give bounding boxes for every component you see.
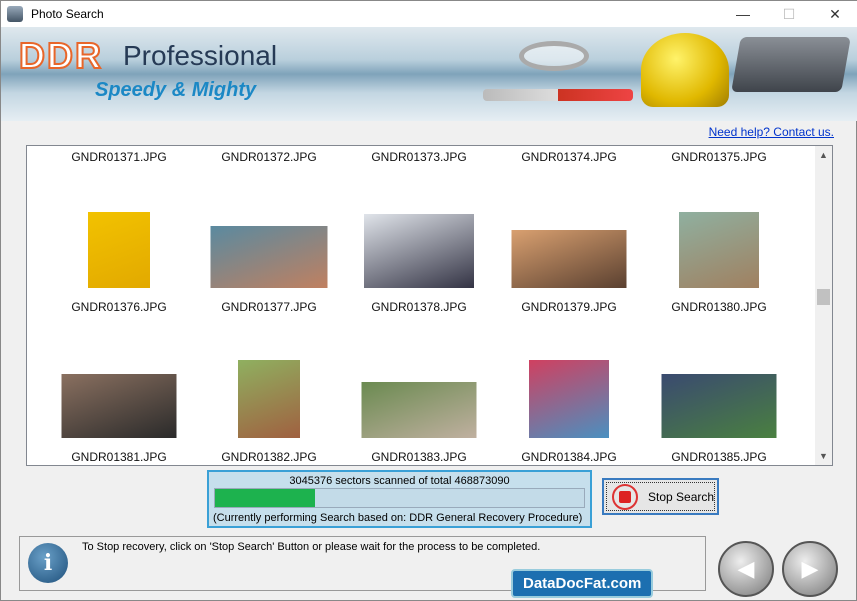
photo-filename: GNDR01384.JPG <box>521 450 617 464</box>
photo-filename: GNDR01380.JPG <box>671 300 767 314</box>
photo-thumbnail[interactable] <box>238 360 300 438</box>
photo-filename: GNDR01376.JPG <box>71 300 167 314</box>
photo-thumbnail[interactable] <box>61 374 177 438</box>
app-icon <box>7 6 23 22</box>
banner: DDR Professional Speedy & Mighty <box>1 27 857 121</box>
next-button[interactable]: ▶ <box>782 541 838 597</box>
helmet-icon <box>641 33 729 107</box>
photo-thumbnail[interactable] <box>88 212 150 288</box>
photo-thumbnail[interactable] <box>361 382 477 438</box>
arrow-right-icon: ▶ <box>801 556 819 581</box>
photo-filename: GNDR01373.JPG <box>371 150 467 164</box>
title-bar: Photo Search — ☐ ✕ <box>1 1 857 27</box>
tagline: Speedy & Mighty <box>95 79 257 101</box>
status-message: To Stop recovery, click on 'Stop Search'… <box>82 541 541 553</box>
photo-filename: GNDR01385.JPG <box>671 450 767 464</box>
magnifier-icon <box>519 41 589 71</box>
back-button[interactable]: ◀ <box>718 541 774 597</box>
photo-filename: GNDR01372.JPG <box>221 150 317 164</box>
stop-icon <box>612 483 638 510</box>
photo-filename: GNDR01377.JPG <box>221 300 317 314</box>
book-icon <box>731 37 851 92</box>
progress-bar <box>214 488 585 508</box>
help-link[interactable]: Need help? Contact us. <box>709 125 834 139</box>
window-title: Photo Search <box>31 7 104 21</box>
photo-filename: GNDR01375.JPG <box>671 150 767 164</box>
photo-thumbnail[interactable] <box>661 374 777 438</box>
scroll-thumb[interactable] <box>817 289 830 305</box>
photo-thumbnail[interactable] <box>364 214 474 288</box>
photo-filename: GNDR01381.JPG <box>71 450 167 464</box>
photo-thumbnail[interactable] <box>529 360 609 438</box>
photo-thumbnail[interactable] <box>210 226 328 288</box>
progress-panel: 3045376 sectors scanned of total 4688730… <box>207 470 592 528</box>
photo-filename: GNDR01374.JPG <box>521 150 617 164</box>
scroll-up-icon[interactable]: ▲ <box>815 150 832 160</box>
photo-filename: GNDR01382.JPG <box>221 450 317 464</box>
arrow-left-icon: ◀ <box>737 556 755 581</box>
screwdriver-icon <box>483 89 633 101</box>
brand-logo: DDR <box>18 34 103 77</box>
sectors-scanned-text: 3045376 sectors scanned of total 4688730… <box>289 475 510 487</box>
progress-fill <box>215 489 315 507</box>
stop-search-button[interactable]: Stop Search <box>602 478 719 515</box>
maximize-button[interactable]: ☐ <box>766 1 812 27</box>
photo-filename: GNDR01371.JPG <box>71 150 167 164</box>
photo-filename: GNDR01379.JPG <box>521 300 617 314</box>
photo-filename: GNDR01378.JPG <box>371 300 467 314</box>
photo-filename: GNDR01383.JPG <box>371 450 467 464</box>
product-name: Professional <box>123 40 278 71</box>
vertical-scrollbar[interactable]: ▲ ▼ <box>815 146 832 465</box>
photo-thumbnail[interactable] <box>679 212 759 288</box>
photo-thumbnail[interactable] <box>511 230 627 288</box>
stop-search-label: Stop Search <box>648 489 715 504</box>
footer-logo: DataDocFat.com <box>511 569 654 598</box>
photo-grid: ▲ ▼ GNDR01371.JPG GNDR01372.JPG GNDR01373.… <box>26 145 833 466</box>
procedure-text: (Currently performing Search based on: D… <box>213 512 583 524</box>
close-button[interactable]: ✕ <box>812 1 857 27</box>
minimize-button[interactable]: — <box>720 1 766 27</box>
info-icon: i <box>28 543 68 583</box>
scroll-down-icon[interactable]: ▼ <box>815 451 832 461</box>
